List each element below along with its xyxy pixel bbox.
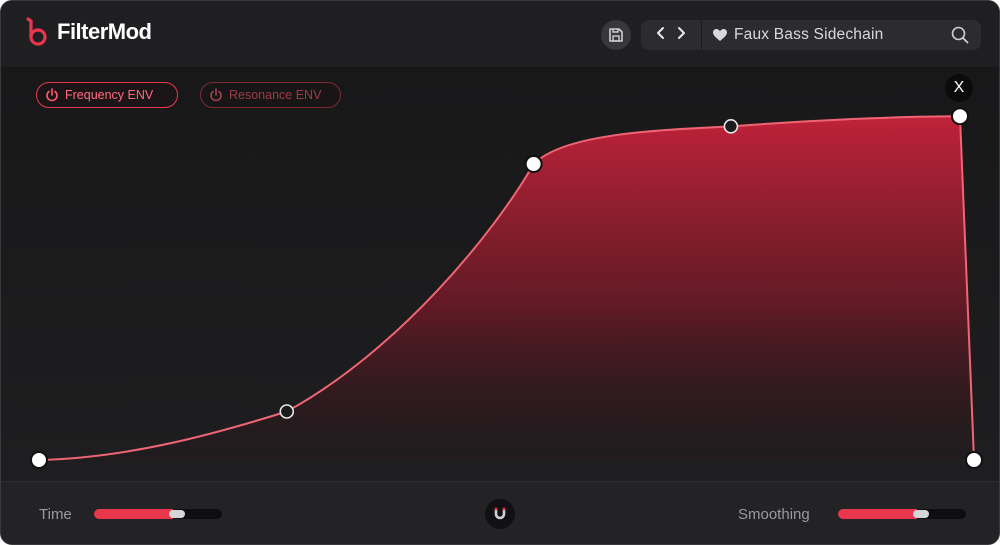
resonance-env-toggle[interactable]: Resonance ENV <box>200 82 341 108</box>
curve-handle[interactable] <box>723 119 739 134</box>
frequency-env-label: Frequency ENV <box>65 88 154 102</box>
next-preset-button[interactable] <box>676 26 686 44</box>
power-icon <box>46 88 58 102</box>
envelope-node[interactable] <box>30 451 48 469</box>
envelope-node[interactable] <box>965 451 983 469</box>
search-icon <box>951 26 969 44</box>
smoothing-slider-fill <box>838 509 918 519</box>
power-icon <box>210 88 222 102</box>
time-slider[interactable] <box>94 509 222 519</box>
envelope-node[interactable] <box>950 107 969 126</box>
smoothing-slider-thumb[interactable] <box>913 510 930 518</box>
chevron-left-icon <box>657 27 664 39</box>
smoothing-slider[interactable] <box>838 509 966 519</box>
search-button[interactable] <box>951 26 969 44</box>
time-label: Time <box>39 506 72 523</box>
envelope-node[interactable] <box>524 155 543 174</box>
magnet-icon <box>494 507 506 520</box>
preset-browser: Faux Bass Sidechain <box>641 20 981 50</box>
favorite-button[interactable] <box>712 28 728 42</box>
logo-icon <box>26 17 47 46</box>
time-slider-fill <box>94 509 174 519</box>
app-logo: FilterMod <box>25 17 152 47</box>
smoothing-label: Smoothing <box>738 506 810 523</box>
close-button[interactable]: X <box>945 74 973 102</box>
preset-name[interactable]: Faux Bass Sidechain <box>734 26 883 44</box>
envelope-editor: Frequency ENV Resonance ENV X <box>1 67 999 481</box>
curve-handle[interactable] <box>279 404 295 419</box>
envelope-graph[interactable] <box>1 67 999 481</box>
snap-button[interactable] <box>485 499 515 529</box>
heart-icon <box>713 29 727 41</box>
app-title: FilterMod <box>57 19 152 44</box>
plugin-window: FilterMod Faux Bass Sidechain Frequency … <box>0 0 1000 545</box>
frequency-env-toggle[interactable]: Frequency ENV <box>36 82 178 108</box>
chevron-right-icon <box>678 27 685 39</box>
header-bar: FilterMod Faux Bass Sidechain <box>1 1 999 67</box>
prev-preset-button[interactable] <box>656 26 666 44</box>
save-button[interactable] <box>601 20 631 50</box>
preset-nav <box>641 20 702 50</box>
resonance-env-label: Resonance ENV <box>229 88 322 102</box>
footer-bar: Time Smoothing <box>1 481 999 544</box>
save-icon <box>609 28 623 42</box>
time-slider-thumb[interactable] <box>169 510 186 518</box>
